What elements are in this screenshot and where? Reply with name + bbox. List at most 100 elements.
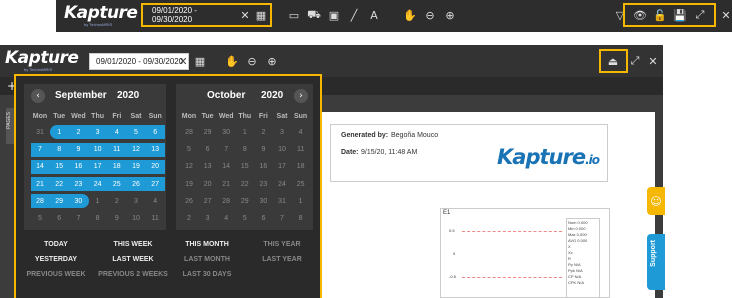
day-cell[interactable]: 14 [31,160,49,174]
day-cell[interactable]: 8 [236,143,254,157]
day-cell[interactable]: 2 [69,126,87,140]
day-cell[interactable]: 1 [236,126,254,140]
day-cell[interactable]: 6 [50,212,68,226]
day-cell[interactable]: 29 [50,195,68,209]
day-cell[interactable]: 15 [236,160,254,174]
close-icon[interactable]: ✕ [718,7,732,23]
quick-range-option[interactable]: THIS MONTH [167,241,247,248]
day-cell[interactable]: 8 [50,143,68,157]
day-cell[interactable]: 18 [108,160,126,174]
day-cell[interactable]: 5 [31,212,49,226]
unlock-icon[interactable]: 🔓 [652,7,668,23]
day-cell[interactable]: 21 [31,178,49,192]
truck-icon[interactable]: ⛟ [306,7,322,23]
day-cell[interactable]: 5 [236,212,254,226]
day-cell[interactable]: 15 [50,160,68,174]
zoom-out-icon-2[interactable]: ⊖ [244,53,260,69]
day-cell[interactable]: 5 [127,126,145,140]
prev-month-icon[interactable]: ‹ [31,89,45,103]
day-cell[interactable]: 24 [89,178,107,192]
day-cell[interactable]: 14 [217,160,235,174]
quick-range-option[interactable]: LAST 30 DAYS [167,271,247,278]
day-cell[interactable]: 7 [273,212,291,226]
day-cell[interactable]: 2 [254,126,272,140]
download-icon[interactable]: ⏏ [605,53,621,69]
day-cell[interactable]: 22 [236,178,254,192]
day-cell[interactable]: 13 [146,143,164,157]
day-cell[interactable]: 30 [217,126,235,140]
day-cell[interactable]: 10 [273,143,291,157]
day-cell[interactable]: 30 [69,195,87,209]
day-cell[interactable]: 10 [89,143,107,157]
calendar-icon[interactable]: ▦ [253,7,269,23]
day-cell[interactable]: 19 [180,178,198,192]
image-icon[interactable]: ▣ [326,7,342,23]
expand-icon-2[interactable]: ⤢ [627,53,643,69]
day-cell[interactable]: 16 [69,160,87,174]
quick-range-option[interactable]: LAST YEAR [242,256,322,263]
next-month-icon[interactable]: › [294,89,308,103]
line-icon[interactable]: ╱ [346,7,362,23]
quick-range-option[interactable]: YESTERDAY [16,256,96,263]
day-cell[interactable]: 6 [199,143,217,157]
day-cell[interactable]: 8 [89,212,107,226]
eye-icon[interactable]: 👁 [632,7,648,23]
hand-icon-2[interactable]: ✋ [224,53,240,69]
feedback-tab[interactable]: ☺ [647,187,665,215]
hand-icon[interactable]: ✋ [402,7,418,23]
clear-icon-2[interactable]: ✕ [175,53,191,69]
quick-range-option[interactable]: PREVIOUS WEEK [16,271,96,278]
day-cell[interactable]: 9 [108,212,126,226]
quick-range-option[interactable]: PREVIOUS 2 WEEKS [93,271,173,278]
day-cell[interactable]: 11 [292,143,310,157]
day-cell[interactable]: 29 [236,195,254,209]
day-cell[interactable]: 3 [199,212,217,226]
day-cell[interactable]: 24 [273,178,291,192]
quick-range-option[interactable]: LAST WEEK [93,256,173,263]
day-cell[interactable]: 6 [254,212,272,226]
close-icon-2[interactable]: ✕ [645,53,661,69]
day-cell[interactable]: 2 [108,195,126,209]
day-cell[interactable]: 20 [146,160,164,174]
quick-range-option[interactable]: LAST MONTH [167,256,247,263]
day-cell[interactable]: 4 [108,126,126,140]
day-cell[interactable]: 27 [199,195,217,209]
day-cell[interactable]: 23 [254,178,272,192]
day-cell[interactable]: 21 [217,178,235,192]
zoom-in-icon[interactable]: ⊕ [442,7,458,23]
text-icon[interactable]: A [366,7,382,23]
day-cell[interactable]: 9 [254,143,272,157]
day-cell[interactable]: 17 [273,160,291,174]
day-cell[interactable]: 16 [254,160,272,174]
day-cell[interactable]: 1 [50,126,68,140]
day-cell[interactable]: 7 [217,143,235,157]
expand-icon[interactable]: ⤢ [692,7,708,23]
day-cell[interactable]: 3 [127,195,145,209]
day-cell[interactable]: 10 [127,212,145,226]
day-cell[interactable]: 29 [199,126,217,140]
quick-range-option[interactable]: THIS WEEK [93,241,173,248]
window-icon[interactable]: ▭ [286,7,302,23]
date-range-input-2[interactable]: 09/01/2020 - 09/30/2020 [89,53,189,70]
day-cell[interactable]: 17 [89,160,107,174]
day-cell[interactable]: 9 [69,143,87,157]
day-cell[interactable]: 25 [108,178,126,192]
quick-range-option[interactable]: TODAY [16,241,96,248]
day-cell[interactable]: 28 [180,126,198,140]
day-cell[interactable]: 3 [273,126,291,140]
save-icon[interactable]: 💾 [672,7,688,23]
day-cell[interactable]: 11 [108,143,126,157]
day-cell[interactable]: 26 [180,195,198,209]
day-cell[interactable]: 7 [31,143,49,157]
date-range-input[interactable]: 09/01/2020 - 09/30/2020 [146,6,236,24]
quick-range-option[interactable]: THIS YEAR [242,241,322,248]
day-cell[interactable]: 30 [254,195,272,209]
day-cell[interactable]: 25 [292,178,310,192]
day-cell[interactable]: 26 [127,178,145,192]
day-cell[interactable]: 20 [199,178,217,192]
day-cell[interactable]: 18 [292,160,310,174]
day-cell[interactable]: 31 [273,195,291,209]
day-cell[interactable]: 2 [180,212,198,226]
day-cell[interactable]: 4 [146,195,164,209]
day-cell[interactable]: 22 [50,178,68,192]
